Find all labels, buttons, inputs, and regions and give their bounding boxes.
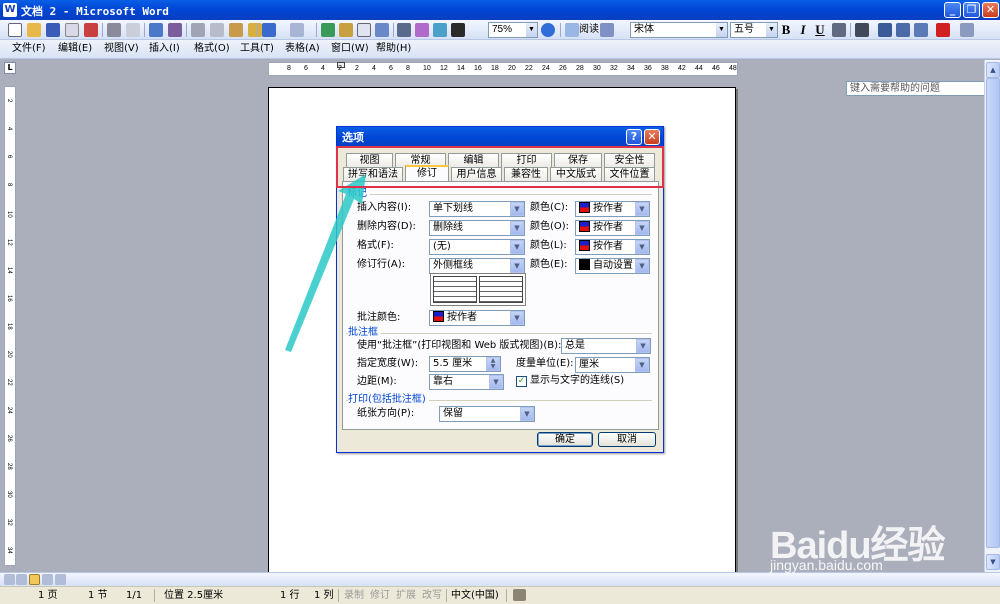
baidu-watermark: Baidu经验 jingyan.baidu.com [770,500,980,580]
watermark-url: jingyan.baidu.com [770,557,883,573]
tab-track-changes[interactable]: 修订 [405,165,449,181]
